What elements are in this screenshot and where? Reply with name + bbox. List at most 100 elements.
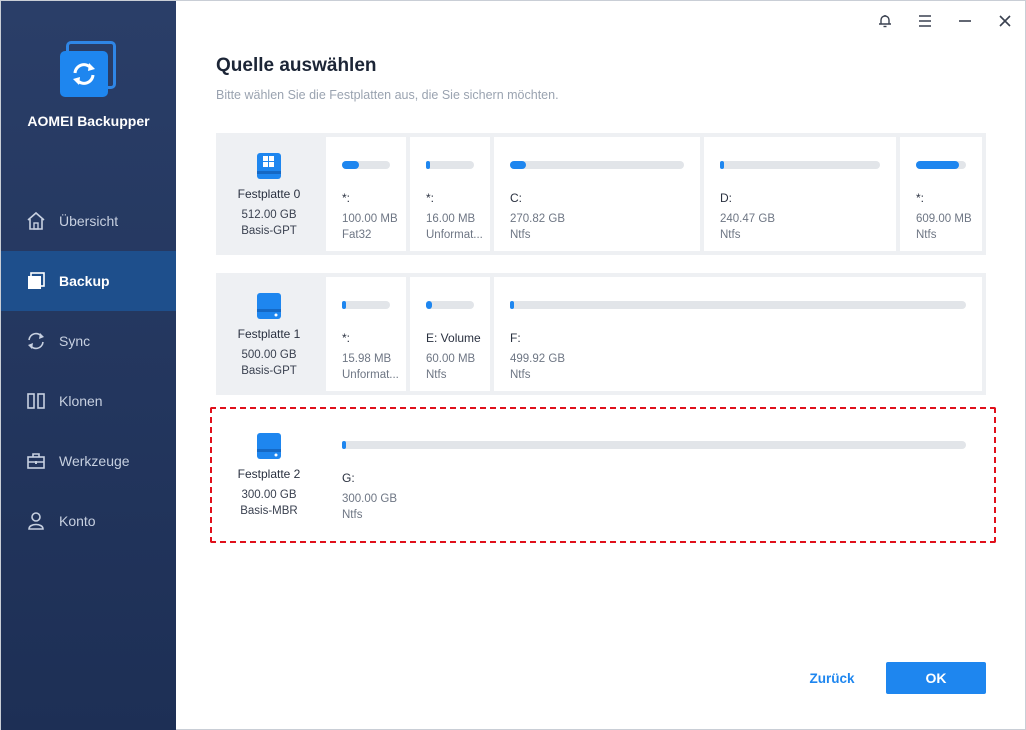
partition-size: 499.92 GB xyxy=(510,353,565,365)
partition-card[interactable]: *: 100.00 MB Fat32 xyxy=(326,137,406,251)
partition-filesystem: Ntfs xyxy=(916,229,937,241)
partition-size: 15.98 MB xyxy=(342,353,392,365)
disk-name: Festplatte 2 xyxy=(237,467,301,481)
usage-bar xyxy=(510,161,684,169)
disk-row-1[interactable]: Festplatte 1 500.00 GB Basis-GPT *: 15.9… xyxy=(216,273,986,395)
partition-card[interactable]: *: 16.00 MB Unformat... xyxy=(410,137,490,251)
usage-fill xyxy=(916,161,959,169)
sidebar-item-label: Sync xyxy=(59,333,91,349)
disk-row-0[interactable]: Festplatte 0 512.00 GB Basis-GPT *: 100.… xyxy=(216,133,986,255)
usage-bar xyxy=(342,161,390,169)
partition-name: D: xyxy=(720,191,732,205)
bell-icon[interactable] xyxy=(865,1,905,41)
disk-info: Festplatte 2 300.00 GB Basis-MBR xyxy=(216,413,322,535)
partition-card[interactable]: D: 240.47 GB Ntfs xyxy=(704,137,896,251)
sidebar-item-account[interactable]: Konto xyxy=(1,491,176,551)
partition-filesystem: Ntfs xyxy=(510,369,531,381)
sidebar-item-overview[interactable]: Übersicht xyxy=(1,191,176,251)
partition-filesystem: Ntfs xyxy=(426,369,447,381)
disk-row-2[interactable]: Festplatte 2 300.00 GB Basis-MBR G: 300.… xyxy=(216,413,986,535)
disk-size: 512.00 GB xyxy=(241,209,297,221)
backup-icon xyxy=(25,270,47,292)
partition-size: 100.00 MB xyxy=(342,213,398,225)
usage-fill xyxy=(342,301,346,309)
partition-name: *: xyxy=(916,191,925,205)
usage-fill xyxy=(720,161,724,169)
close-icon[interactable] xyxy=(985,1,1025,41)
ok-button[interactable]: OK xyxy=(886,662,986,694)
page-title: Quelle auswählen xyxy=(216,55,377,76)
usage-bar xyxy=(342,441,966,449)
sidebar-item-label: Übersicht xyxy=(59,213,119,229)
disk-name: Festplatte 1 xyxy=(237,327,301,341)
partition-size: 240.47 GB xyxy=(720,213,775,225)
user-icon xyxy=(25,510,47,532)
disk-type: Basis-GPT xyxy=(241,225,297,237)
usage-fill xyxy=(510,301,514,309)
disk-icon xyxy=(257,293,281,319)
partition-name: G: xyxy=(342,471,355,485)
partition-size: 300.00 GB xyxy=(342,493,397,505)
minimize-icon[interactable] xyxy=(945,1,985,41)
partition-size: 16.00 MB xyxy=(426,213,476,225)
partition-card[interactable]: *: 609.00 MB Ntfs xyxy=(900,137,982,251)
partition-name: *: xyxy=(342,191,351,205)
partition-filesystem: Ntfs xyxy=(720,229,741,241)
disk-size: 300.00 GB xyxy=(241,489,297,501)
partition-name: *: xyxy=(342,331,351,345)
partition-size: 60.00 MB xyxy=(426,353,476,365)
sidebar-nav: Übersicht Backup Sync Klonen Werkzeuge K… xyxy=(1,191,176,551)
partition-card[interactable]: F: 499.92 GB Ntfs xyxy=(494,277,982,391)
sidebar-item-label: Konto xyxy=(59,513,96,529)
partition-name: *: xyxy=(426,191,435,205)
partition-card[interactable]: *: 15.98 MB Unformat... xyxy=(326,277,406,391)
sidebar-item-label: Klonen xyxy=(59,393,103,409)
usage-bar xyxy=(342,301,390,309)
partition-name: E: Volume xyxy=(426,331,481,345)
partition-size: 609.00 MB xyxy=(916,213,972,225)
partition-filesystem: Unformat... xyxy=(426,229,483,241)
usage-bar xyxy=(916,161,966,169)
partition-size: 270.82 GB xyxy=(510,213,565,225)
sync-arrows-icon xyxy=(73,63,95,85)
sidebar-item-label: Werkzeuge xyxy=(59,453,130,469)
usage-bar xyxy=(720,161,880,169)
disk-size: 500.00 GB xyxy=(241,349,297,361)
partition-card[interactable]: G: 300.00 GB Ntfs xyxy=(326,417,982,531)
toolbox-icon xyxy=(25,450,47,472)
windows-disk-icon xyxy=(257,153,281,179)
disk-icon xyxy=(257,433,281,459)
partition-filesystem: Ntfs xyxy=(510,229,531,241)
page-subtitle: Bitte wählen Sie die Festplatten aus, di… xyxy=(216,88,559,102)
usage-fill xyxy=(510,161,526,169)
disk-info: Festplatte 0 512.00 GB Basis-GPT xyxy=(216,133,322,255)
usage-fill xyxy=(342,161,359,169)
partition-card[interactable]: E: Volume 60.00 MB Ntfs xyxy=(410,277,490,391)
back-button[interactable]: Zurück xyxy=(797,667,867,691)
menu-icon[interactable] xyxy=(905,1,945,41)
sidebar-item-sync[interactable]: Sync xyxy=(1,311,176,371)
disk-info: Festplatte 1 500.00 GB Basis-GPT xyxy=(216,273,322,395)
partition-name: F: xyxy=(510,331,521,345)
clone-icon xyxy=(25,390,47,412)
usage-bar xyxy=(426,301,474,309)
app-name: AOMEI Backupper xyxy=(27,113,150,129)
partition-name: C: xyxy=(510,191,522,205)
sidebar-item-backup[interactable]: Backup xyxy=(1,251,176,311)
usage-bar xyxy=(426,161,474,169)
partition-filesystem: Unformat... xyxy=(342,369,399,381)
app-window: AOMEI Backupper Übersicht Backup Sync Kl… xyxy=(0,0,1026,730)
disk-name: Festplatte 0 xyxy=(237,187,301,201)
partition-filesystem: Ntfs xyxy=(342,509,363,521)
partition-card[interactable]: C: 270.82 GB Ntfs xyxy=(494,137,700,251)
disk-type: Basis-GPT xyxy=(241,365,297,377)
sidebar-item-clone[interactable]: Klonen xyxy=(1,371,176,431)
usage-fill xyxy=(426,161,430,169)
titlebar xyxy=(865,1,1025,41)
partition-filesystem: Fat32 xyxy=(342,229,372,241)
sidebar-item-tools[interactable]: Werkzeuge xyxy=(1,431,176,491)
sidebar: AOMEI Backupper Übersicht Backup Sync Kl… xyxy=(1,1,176,730)
disk-type: Basis-MBR xyxy=(240,505,298,517)
usage-fill xyxy=(426,301,432,309)
sidebar-item-label: Backup xyxy=(59,273,110,289)
